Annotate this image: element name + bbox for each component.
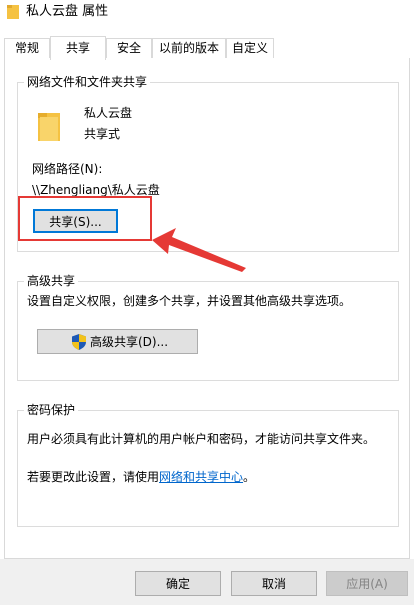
password-protection-group-title: 密码保护 (24, 402, 79, 418)
password-protection-group: 密码保护 用户必须具有此计算机的用户帐户和密码，才能访问共享文件夹。 若要更改此… (17, 402, 399, 527)
ok-button[interactable]: 确定 (135, 571, 221, 596)
change-setting-suffix: 。 (243, 470, 256, 484)
shared-folder-icon (38, 113, 60, 141)
tab-general[interactable]: 常规 (4, 38, 50, 58)
tab-strip: 常规 共享 安全 以前的版本 自定义 (4, 36, 410, 60)
folder-icon (7, 5, 19, 19)
share-status: 共享式 (84, 127, 121, 141)
tab-previous-versions[interactable]: 以前的版本 (152, 38, 226, 58)
apply-button[interactable]: 应用(A) (326, 571, 408, 596)
tab-customize[interactable]: 自定义 (226, 38, 274, 58)
advanced-share-description: 设置自定义权限，创建多个共享，并设置其他高级共享选项。 (27, 294, 352, 308)
tab-sharing[interactable]: 共享 (50, 36, 106, 60)
dialog-footer: 确定 取消 应用(A) (0, 559, 414, 605)
sharing-panel: 网络文件和文件夹共享 私人云盘 共享式 网络路径(N): \\Zhenglian… (4, 58, 410, 559)
advanced-share-button-label: 高级共享(D)... (90, 335, 169, 349)
change-setting-text: 若要更改此设置，请使用网络和共享中心。 (27, 469, 255, 485)
title-bar[interactable]: 私人云盘 属性 (0, 0, 414, 26)
properties-window: 私人云盘 属性 常规 共享 安全 以前的版本 自定义 网络文件和文件夹共享 私人… (0, 0, 414, 605)
password-protection-description: 用户必须具有此计算机的用户帐户和密码，才能访问共享文件夹。 (27, 432, 376, 446)
advanced-share-button[interactable]: 高级共享(D)... (37, 329, 198, 354)
network-sharing-center-link[interactable]: 网络和共享中心 (159, 470, 243, 484)
annotation-arrow-icon (152, 228, 246, 272)
uac-shield-icon (72, 334, 86, 350)
change-setting-prefix: 若要更改此设置，请使用 (27, 470, 160, 484)
annotation-highlight-box (18, 196, 152, 241)
advanced-share-group: 高级共享 设置自定义权限，创建多个共享，并设置其他高级共享选项。 高级共享(D)… (17, 273, 399, 381)
cancel-button[interactable]: 取消 (231, 571, 317, 596)
advanced-share-group-title: 高级共享 (24, 273, 79, 289)
network-share-group-title: 网络文件和文件夹共享 (24, 74, 151, 90)
window-title: 私人云盘 属性 (26, 4, 109, 19)
network-path-label: 网络路径(N): (32, 162, 103, 176)
folder-name: 私人云盘 (84, 106, 133, 120)
tab-security[interactable]: 安全 (106, 38, 152, 58)
